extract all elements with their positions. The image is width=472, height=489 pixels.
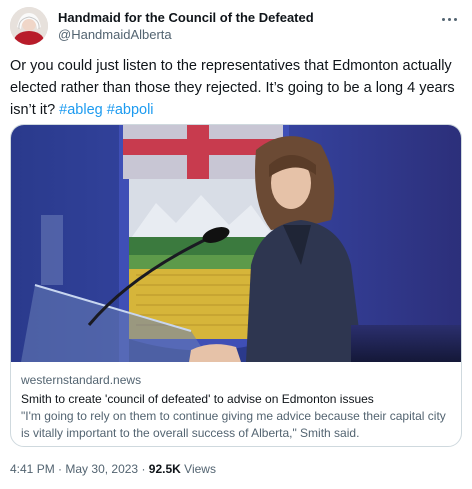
display-name[interactable]: Handmaid for the Council of the Defeated — [58, 10, 314, 26]
card-description: "I'm going to rely on them to continue g… — [21, 409, 446, 440]
link-card[interactable]: westernstandard.news Smith to create 'co… — [10, 124, 462, 447]
card-title[interactable]: Smith to create 'council of defeated' to… — [21, 391, 451, 408]
card-domain: westernstandard.news — [21, 373, 142, 387]
card-image[interactable] — [11, 125, 461, 362]
tweet-footer: 4:41 PM · May 30, 2023 · 92.5K Views — [10, 462, 216, 476]
tweet-header: Handmaid for the Council of the Defeated… — [10, 7, 460, 47]
separator: · — [58, 462, 63, 476]
separator: · — [141, 462, 146, 476]
hashtag-link[interactable]: #ableg — [59, 102, 103, 118]
views-count: 92.5K — [148, 462, 181, 476]
avatar[interactable] — [10, 7, 48, 45]
avatar-image — [10, 7, 48, 45]
card-meta: westernstandard.news Smith to create 'co… — [21, 372, 451, 442]
tweet-date[interactable]: May 30, 2023 — [65, 462, 138, 476]
tweet-text: Or you could just listen to the represen… — [10, 55, 458, 121]
tweet-time[interactable]: 4:41 PM — [10, 462, 55, 476]
tweet: Handmaid for the Council of the Defeated… — [0, 0, 472, 489]
views-label: Views — [184, 462, 216, 476]
hashtag-link[interactable]: #abpoli — [107, 102, 154, 118]
more-options-icon[interactable] — [438, 11, 460, 27]
author-names: Handmaid for the Council of the Defeated… — [58, 10, 314, 44]
card-photo — [11, 125, 461, 362]
handle[interactable]: @HandmaidAlberta — [58, 26, 314, 44]
